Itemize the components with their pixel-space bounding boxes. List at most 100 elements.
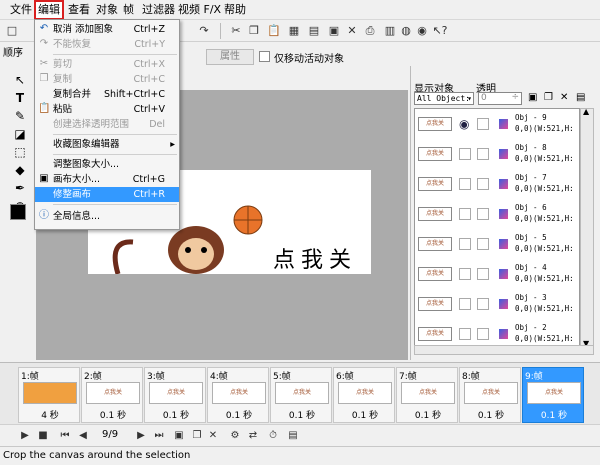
- object-visible-checkbox[interactable]: [459, 328, 471, 340]
- menu-video-fx[interactable]: 视频 F/X: [176, 2, 223, 18]
- object-props-icon[interactable]: ▤: [576, 92, 588, 104]
- menu-item-canvas-size[interactable]: ▣ 画布大小... Ctrl+G: [35, 172, 179, 187]
- object-row[interactable]: 点我关 Obj - 6 0,0)(W:521,H:: [415, 199, 579, 229]
- fill-tool-icon[interactable]: ◆: [10, 162, 30, 178]
- frame-image: 点我关: [527, 382, 581, 404]
- frames-icon[interactable]: ▥: [382, 23, 398, 39]
- object-row[interactable]: 点我关 Obj - 8 0,0)(W:521,H:: [415, 139, 579, 169]
- frame-thumbnail[interactable]: 7:帧 点我关 0.1 秒: [396, 367, 458, 423]
- menu-item-paste[interactable]: 📋 粘贴 Ctrl+V: [35, 102, 179, 117]
- first-frame-icon[interactable]: ⏮: [58, 428, 72, 444]
- menu-file[interactable]: 文件: [8, 2, 34, 18]
- menu-item-resize-image[interactable]: 调整图象大小...: [35, 157, 179, 172]
- move-active-checkbox[interactable]: [259, 51, 270, 62]
- object-visible-checkbox[interactable]: [459, 148, 471, 160]
- menu-item-copy-merged[interactable]: 复制合并 Shift+Ctrl+C: [35, 87, 179, 102]
- menu-help[interactable]: 帮助: [222, 2, 248, 18]
- transparency-stepper[interactable]: 0 ÷: [478, 92, 522, 105]
- menu-item-redo[interactable]: ↷ 不能恢复 Ctrl+Y: [35, 37, 179, 52]
- object-row[interactable]: 点我关 ◉ Obj - 9 0,0)(W:521,H:: [415, 109, 579, 139]
- help-pointer-icon[interactable]: ↖?: [432, 23, 448, 39]
- play-icon[interactable]: ▶: [18, 428, 32, 444]
- brush-tool-icon[interactable]: ✎: [10, 108, 30, 124]
- printer-icon[interactable]: ⎙: [362, 23, 378, 39]
- menu-item-favorite-editor[interactable]: 收藏图象编辑器 ▸: [35, 137, 179, 152]
- eyedropper-tool-icon[interactable]: ✒: [10, 180, 30, 196]
- selection-tool-icon[interactable]: ⬚: [10, 144, 30, 160]
- menu-object[interactable]: 对象: [94, 2, 120, 18]
- optimize-icon[interactable]: ◍: [398, 23, 414, 39]
- object-lock-checkbox[interactable]: [477, 178, 489, 190]
- menu-item-transparent-selection[interactable]: 创建选择透明范围 Del: [35, 117, 179, 132]
- paste-icon[interactable]: 📋: [266, 23, 282, 39]
- object-visible-checkbox[interactable]: [459, 298, 471, 310]
- frame-thumbnail[interactable]: 2:帧 点我关 0.1 秒: [81, 367, 143, 423]
- frame-thumbnail-selected[interactable]: 9:帧 点我关 0.1 秒: [522, 367, 584, 423]
- new-file-icon[interactable]: □: [4, 23, 20, 39]
- frame-icon[interactable]: ▤: [306, 23, 322, 39]
- object-lock-checkbox[interactable]: [477, 298, 489, 310]
- object-row[interactable]: 点我关 Obj - 7 0,0)(W:521,H:: [415, 169, 579, 199]
- object-visible-checkbox[interactable]: [459, 268, 471, 280]
- copy-icon[interactable]: ❐: [246, 23, 262, 39]
- reverse-icon[interactable]: ⇄: [246, 428, 260, 444]
- timing-icon[interactable]: ⏱: [266, 428, 280, 444]
- redo-icon[interactable]: ↷: [196, 23, 212, 39]
- prev-frame-icon[interactable]: ◀: [76, 428, 90, 444]
- layer-icon[interactable]: ▦: [286, 23, 302, 39]
- menu-item-cut[interactable]: ✂ 剪切 Ctrl+X: [35, 57, 179, 72]
- object-lock-checkbox[interactable]: [477, 118, 489, 130]
- text-tool-icon[interactable]: T: [10, 90, 30, 106]
- frame-add-icon[interactable]: ▣: [326, 23, 342, 39]
- property-button[interactable]: 属性: [206, 49, 254, 65]
- object-visible-checkbox[interactable]: [459, 178, 471, 190]
- stop-icon[interactable]: ■: [36, 428, 50, 444]
- menu-edit[interactable]: 编辑: [34, 0, 64, 20]
- frame-thumbnail[interactable]: 5:帧 点我关 0.1 秒: [270, 367, 332, 423]
- duplicate-frame-icon[interactable]: ❐: [190, 428, 204, 444]
- object-visible-checkbox[interactable]: [459, 238, 471, 250]
- object-lock-checkbox[interactable]: [477, 238, 489, 250]
- delete-frame-icon[interactable]: ✕: [206, 428, 220, 444]
- object-row[interactable]: 点我关 Obj - 3 0,0)(W:521,H:: [415, 289, 579, 319]
- menu-filter[interactable]: 过滤器: [140, 2, 177, 18]
- object-row[interactable]: 点我关 Obj - 4 0,0)(W:521,H:: [415, 259, 579, 289]
- object-lock-checkbox[interactable]: [477, 148, 489, 160]
- frame-thumbnail[interactable]: 3:帧 点我关 0.1 秒: [144, 367, 206, 423]
- object-list-scrollbar[interactable]: ▲ ▼: [580, 107, 594, 352]
- menu-frame[interactable]: 帧: [121, 2, 136, 18]
- menu-item-crop-canvas[interactable]: 修整画布 Ctrl+R: [35, 187, 179, 202]
- delete-icon[interactable]: ✕: [344, 23, 360, 39]
- frame-thumbnail[interactable]: 8:帧 点我关 0.1 秒: [459, 367, 521, 423]
- eraser-tool-icon[interactable]: ◪: [10, 126, 30, 142]
- menu-item-undo[interactable]: ↶ 取消 添加图象 Ctrl+Z: [35, 22, 179, 37]
- next-frame-icon[interactable]: ▶: [134, 428, 148, 444]
- add-frame-icon[interactable]: ▣: [172, 428, 186, 444]
- object-filter-select[interactable]: All Object: ▾: [414, 92, 474, 105]
- cut-icon[interactable]: ✂: [228, 23, 244, 39]
- object-add-icon[interactable]: ▣: [528, 92, 540, 104]
- color-swatch[interactable]: [10, 204, 26, 220]
- object-delete-icon[interactable]: ✕: [560, 92, 572, 104]
- pointer-tool-icon[interactable]: ↖: [10, 72, 30, 88]
- object-row[interactable]: 点我关 Obj - 5 0,0)(W:521,H:: [415, 229, 579, 259]
- undo-icon: ↶: [39, 23, 49, 34]
- object-lock-checkbox[interactable]: [477, 268, 489, 280]
- frame-thumbnail[interactable]: 6:帧 点我关 0.1 秒: [333, 367, 395, 423]
- menu-item-copy[interactable]: ❐ 复制 Ctrl+C: [35, 72, 179, 87]
- preview-icon[interactable]: ▤: [286, 428, 300, 444]
- frame-thumbnail[interactable]: 4:帧 点我关 0.1 秒: [207, 367, 269, 423]
- scroll-up-icon[interactable]: ▲: [583, 107, 589, 116]
- menu-view[interactable]: 查看: [66, 2, 92, 18]
- last-frame-icon[interactable]: ⏭: [152, 428, 166, 444]
- object-list-hscrollbar[interactable]: [414, 345, 594, 355]
- menu-item-global-info[interactable]: ⓘ 全局信息...: [35, 209, 179, 224]
- frame-thumbnail[interactable]: 1:帧 4 秒: [18, 367, 80, 423]
- eye-icon[interactable]: ◉: [459, 117, 469, 131]
- object-lock-checkbox[interactable]: [477, 328, 489, 340]
- object-copy-icon[interactable]: ❐: [544, 92, 556, 104]
- object-lock-checkbox[interactable]: [477, 208, 489, 220]
- frame-properties-icon[interactable]: ⚙: [228, 428, 242, 444]
- object-visible-checkbox[interactable]: [459, 208, 471, 220]
- web-icon[interactable]: ◉: [414, 23, 430, 39]
